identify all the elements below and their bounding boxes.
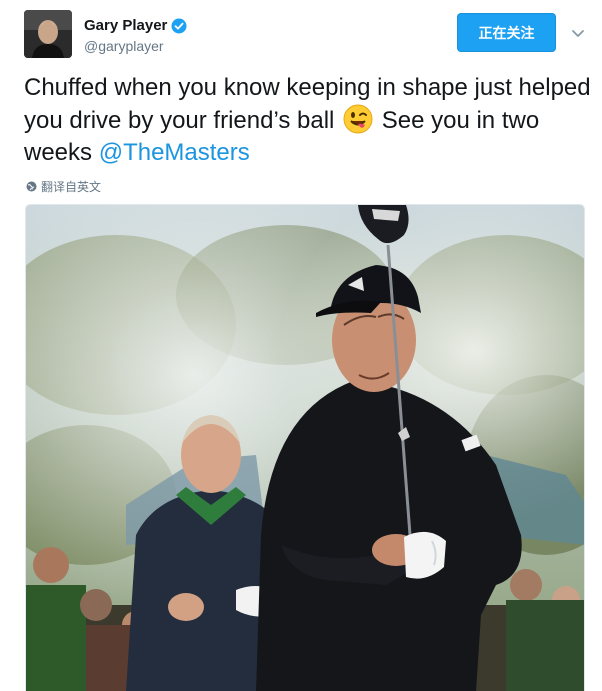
winking-face-with-tongue-icon <box>343 104 373 134</box>
translate-link[interactable]: 翻译自英文 <box>26 178 101 195</box>
translate-label: 翻译自英文 <box>41 180 102 194</box>
avatar[interactable] <box>24 10 72 58</box>
name-row: Gary Player <box>84 17 187 34</box>
following-button[interactable]: 正在关注 <box>457 13 556 52</box>
chevron-down-icon[interactable] <box>569 24 587 42</box>
tweet-photo[interactable] <box>25 204 585 691</box>
display-name[interactable]: Gary Player <box>84 17 167 34</box>
verified-badge-icon <box>171 18 187 34</box>
globe-icon <box>26 181 37 192</box>
user-handle[interactable]: @garyplayer <box>84 38 164 54</box>
tweet-text: Chuffed when you know keeping in shape j… <box>24 72 594 169</box>
tweet-header: Gary Player @garyplayer 正在关注 <box>0 0 602 60</box>
mention-link[interactable]: @TheMasters <box>99 139 250 166</box>
